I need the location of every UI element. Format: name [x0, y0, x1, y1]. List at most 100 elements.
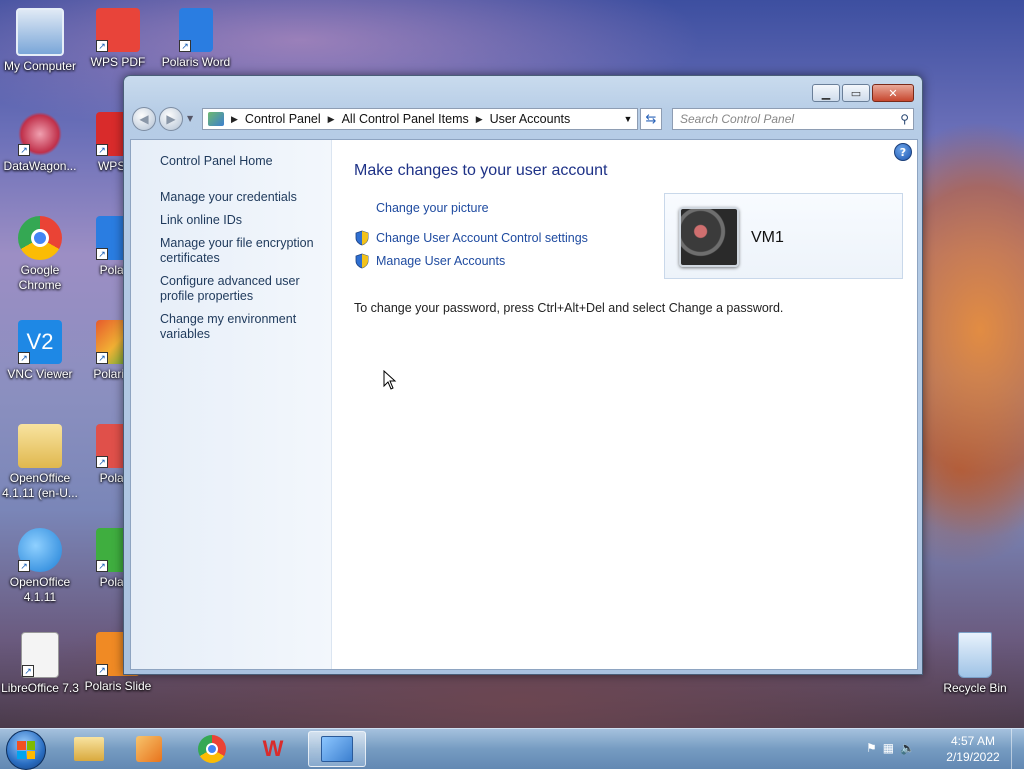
taskbar-control-panel[interactable]	[308, 731, 366, 767]
wps-pdf-icon: ↗	[96, 8, 140, 52]
page-title: Make changes to your user account	[354, 162, 608, 179]
password-note: To change your password, press Ctrl+Alt+…	[354, 301, 784, 315]
desktop-icon-google-chrome[interactable]: Google Chrome	[0, 216, 80, 293]
sidebar-environment-variables[interactable]: Change my environment variables	[160, 312, 320, 342]
show-desktop-button[interactable]	[1011, 729, 1024, 769]
manage-user-accounts-link[interactable]: Manage User Accounts	[376, 254, 505, 269]
taskbar-chrome[interactable]	[185, 731, 239, 767]
back-button[interactable]: ◀	[132, 107, 156, 131]
account-name: VM1	[751, 229, 784, 246]
sidebar-file-encryption-certificates[interactable]: Manage your file encryption certificates	[160, 236, 320, 266]
minimize-icon: ▁	[821, 86, 831, 100]
window-content: Control Panel Home Manage your credentia…	[130, 139, 918, 670]
clock-time: 4:57 AM	[950, 734, 996, 748]
desktop-icon-label: OpenOffice 4.1.11 (en-U...	[2, 471, 78, 500]
media-player-icon	[136, 736, 162, 762]
forward-arrow-icon: ▶	[166, 112, 176, 126]
uac-shield-icon	[355, 230, 369, 246]
desktop-icon-label: WPS PDF	[90, 55, 146, 69]
main-content: ? Make changes to your user account Chan…	[332, 140, 917, 669]
taskbar-file-explorer[interactable]	[62, 731, 116, 767]
breadcrumb-control-panel[interactable]: Control Panel	[245, 112, 321, 126]
breadcrumb-all-items[interactable]: All Control Panel Items	[342, 112, 469, 126]
desktop-icon-vnc-viewer[interactable]: V2 ↗ VNC Viewer	[0, 320, 80, 382]
task-manage-user-accounts[interactable]: Manage User Accounts	[354, 253, 505, 269]
breadcrumb-user-accounts[interactable]: User Accounts	[490, 112, 571, 126]
uac-shield-icon	[355, 253, 369, 269]
breadcrumb-chevron-icon[interactable]: ▶	[476, 114, 483, 125]
address-dropdown-icon[interactable]: ▼	[618, 114, 637, 124]
desktop-icon-wps-pdf[interactable]: ↗ WPS PDF	[78, 8, 158, 70]
desktop-icon-label: LibreOffice 7.3	[1, 681, 79, 695]
clock[interactable]: 4:57 AM 2/19/2022	[938, 733, 1008, 765]
desktop-icon-label: VNC Viewer	[7, 367, 73, 381]
help-icon: ?	[899, 145, 907, 159]
minimize-button[interactable]: ▁	[812, 84, 840, 102]
desktop-icon-openoffice-folder[interactable]: OpenOffice 4.1.11 (en-U...	[0, 424, 80, 501]
navigation-bar: ◀ ▶ ▼ ▶ Control Panel ▶ All Control Pane…	[132, 106, 914, 132]
forward-button[interactable]: ▶	[159, 107, 183, 131]
recycle-bin-icon	[958, 632, 992, 678]
close-button[interactable]: ✕	[872, 84, 914, 102]
desktop-icon-recycle-bin[interactable]: Recycle Bin	[935, 632, 1015, 696]
taskbar-wps-office[interactable]: W	[246, 731, 300, 767]
change-picture-link[interactable]: Change your picture	[376, 201, 489, 216]
desktop-icon-label: Google Chrome	[18, 263, 62, 292]
action-center-flag-icon[interactable]: ⚑	[866, 741, 877, 755]
desktop-icon-label: Recycle Bin	[943, 681, 1007, 695]
account-card: VM1	[664, 193, 903, 279]
polaris-word-icon: ↗	[179, 8, 213, 52]
task-uac-settings[interactable]: Change User Account Control settings	[354, 230, 588, 246]
task-change-picture[interactable]: Change your picture	[376, 201, 489, 216]
sidebar-link-online-ids[interactable]: Link online IDs	[160, 213, 320, 228]
folder-icon	[18, 424, 62, 468]
search-icon[interactable]: ⚲	[900, 112, 909, 126]
sidebar: Control Panel Home Manage your credentia…	[131, 140, 332, 669]
chrome-icon	[198, 735, 226, 763]
control-panel-window: ▁ ▭ ✕ ◀ ▶ ▼ ▶ Control Panel ▶ All Contro…	[123, 75, 923, 675]
back-arrow-icon: ◀	[139, 112, 149, 126]
control-panel-icon	[321, 736, 353, 762]
desktop-icon-label: OpenOffice 4.1.11	[9, 575, 71, 604]
maximize-button[interactable]: ▭	[842, 84, 870, 102]
search-placeholder: Search Control Panel	[680, 112, 795, 126]
sidebar-manage-credentials[interactable]: Manage your credentials	[160, 190, 320, 205]
desktop-icon-libreoffice[interactable]: ↗ LibreOffice 7.3	[0, 632, 80, 696]
desktop-icon-my-computer[interactable]: My Computer	[0, 8, 80, 74]
desktop-icon-datawagon[interactable]: ↗ DataWagon...	[0, 112, 80, 174]
breadcrumb-chevron-icon[interactable]: ▶	[328, 114, 335, 125]
breadcrumb-chevron-icon[interactable]: ▶	[231, 114, 238, 125]
system-tray: ⚑ ▦ 🔈	[866, 741, 915, 755]
maximize-icon: ▭	[850, 86, 862, 100]
desktop-icon-polaris-word[interactable]: ↗ Polaris Word	[156, 8, 236, 70]
libreoffice-icon: ↗	[21, 632, 59, 678]
clock-date: 2/19/2022	[946, 750, 1000, 764]
window-controls: ▁ ▭ ✕	[812, 84, 914, 102]
desktop-icon-label: My Computer	[3, 59, 77, 73]
recent-pages-dropdown[interactable]: ▼	[187, 114, 193, 123]
vnc-viewer-icon: V2 ↗	[18, 320, 62, 364]
start-button[interactable]	[6, 730, 46, 770]
uac-settings-link[interactable]: Change User Account Control settings	[376, 231, 588, 246]
help-button[interactable]: ?	[894, 143, 912, 161]
taskbar-media-player[interactable]	[122, 731, 176, 767]
wps-office-icon: W	[262, 736, 284, 761]
datawagon-icon: ↗	[18, 112, 62, 156]
file-explorer-icon	[74, 737, 104, 761]
volume-icon[interactable]: 🔈	[900, 741, 915, 755]
refresh-button[interactable]: ⇆	[640, 108, 662, 130]
desktop-icon-label: Polaris Slide	[84, 679, 152, 693]
desktop-icon-label: Polaris Word	[161, 55, 231, 69]
address-bar[interactable]: ▶ Control Panel ▶ All Control Panel Item…	[202, 108, 638, 130]
user-picture-turntable-icon[interactable]	[679, 207, 739, 267]
sidebar-control-panel-home[interactable]: Control Panel Home	[160, 154, 320, 169]
network-icon[interactable]: ▦	[883, 741, 894, 755]
search-input[interactable]: Search Control Panel ⚲	[672, 108, 914, 130]
desktop-icon-openoffice[interactable]: ↗ OpenOffice 4.1.11	[0, 528, 80, 605]
sidebar-advanced-profile-properties[interactable]: Configure advanced user profile properti…	[160, 274, 320, 304]
close-icon: ✕	[888, 86, 898, 100]
computer-icon	[16, 8, 64, 56]
taskbar: W ⚑ ▦ 🔈 4:57 AM 2/19/2022	[0, 728, 1024, 770]
chrome-icon	[18, 216, 62, 260]
desktop-icon-label: DataWagon...	[3, 159, 77, 173]
